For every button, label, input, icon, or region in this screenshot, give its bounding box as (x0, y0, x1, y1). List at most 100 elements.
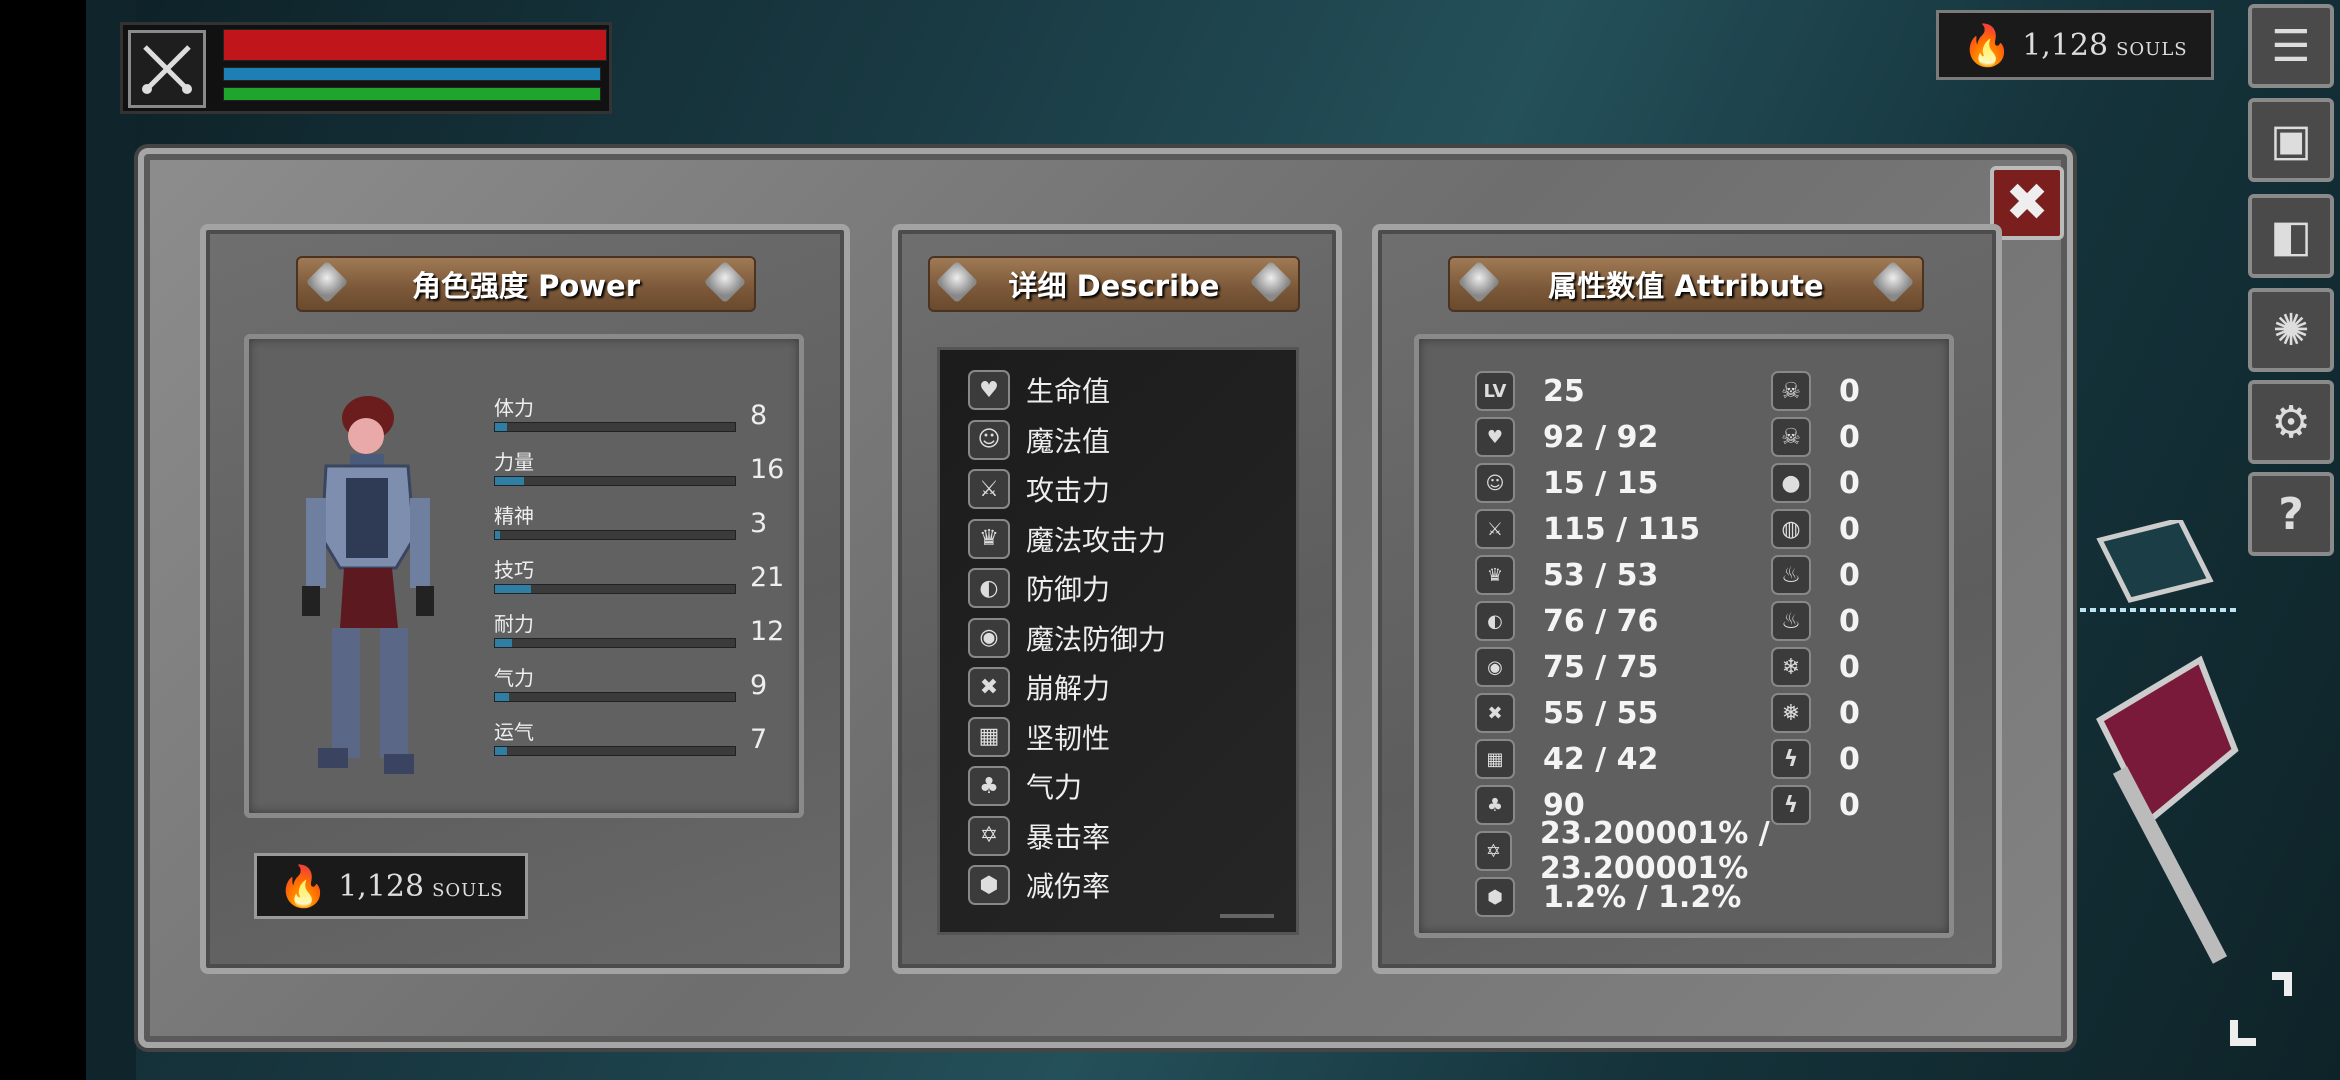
rivet (1871, 260, 1915, 304)
stat-label: 技巧 (494, 558, 534, 582)
background-left-strip (86, 0, 136, 1080)
critical-icon: ✡ (1475, 831, 1512, 871)
stat-value: 9 (750, 670, 768, 701)
attribute-value: 25 (1543, 373, 1585, 409)
stat-bar (494, 584, 736, 594)
help-button[interactable]: ? (2248, 472, 2334, 556)
fire-resist-icon: ♨ (1771, 601, 1811, 641)
health-bar (223, 29, 607, 61)
describe-title-plank: 详细 Describe (928, 256, 1300, 312)
scrollbar[interactable] (1220, 914, 1274, 918)
stat-value: 3 (750, 508, 768, 539)
rivet (703, 260, 747, 304)
player-hud (120, 22, 612, 114)
frost-icon: ❄ (1771, 647, 1811, 687)
stat-bar-fill (495, 477, 524, 485)
settings-button[interactable]: ⚙ (2248, 380, 2334, 464)
menu-list-icon: ☰ (2271, 20, 2311, 72)
magic-attack-icon: ♛ (968, 518, 1010, 559)
resistance-value: 0 (1839, 465, 1860, 501)
rivet (1249, 260, 1293, 304)
stat-row: 体力 8 (494, 392, 794, 432)
rivet (935, 260, 979, 304)
inventory-button[interactable]: ▣ (2248, 98, 2334, 182)
souls-unit: SOULS (432, 879, 504, 901)
rivet (1457, 260, 1501, 304)
stat-row: 耐力 12 (494, 608, 794, 648)
describe-label: 暴击率 (1026, 820, 1111, 854)
mana-bar (223, 67, 601, 81)
describe-label: 减伤率 (1026, 870, 1111, 903)
attribute-row: ♥ 92 / 92 (1475, 417, 1658, 457)
stat-row: 技巧 21 (494, 554, 794, 594)
describe-label: 生命值 (1026, 375, 1111, 408)
magic-shield-icon: ◉ (1475, 647, 1515, 687)
describe-row: ⚔ 攻击力 (968, 469, 1110, 509)
stat-bar-fill (495, 531, 500, 539)
stat-row: 气力 9 (494, 662, 794, 702)
attribute-title: 属性数值 Attribute (1548, 269, 1824, 303)
stat-row: 运气 7 (494, 716, 794, 756)
attribute-box: LV 25 ♥ 92 / 92 ☺ 15 / 15 ⚔ 115 / 115 ♛ 53 / 53 ◐ 7… (1414, 334, 1954, 938)
attribute-value: 53 / 53 (1543, 557, 1659, 593)
emblem-icon: ✺ (2272, 304, 2310, 356)
bleed-icon: ● (1771, 463, 1811, 503)
gear-icon: ⚙ (2271, 396, 2311, 448)
resistance-row: ♨ 0 (1771, 555, 1860, 595)
describe-title: 详细 Describe (1008, 269, 1220, 303)
stat-value: 12 (750, 616, 785, 647)
resistance-value: 0 (1839, 511, 1860, 547)
crossed-swords-icon[interactable] (128, 30, 206, 108)
flame-icon: 🔥 (1962, 22, 2013, 69)
attribute-value: 1.2% / 1.2% (1543, 879, 1742, 915)
background-scenery (2060, 520, 2240, 964)
resistance-value: 0 (1839, 557, 1860, 593)
attribute-row: ◉ 75 / 75 (1475, 647, 1658, 687)
break-icon: ✖ (968, 667, 1010, 707)
magic-shield-icon: ◉ (968, 617, 1010, 658)
describe-list-box: ♥ 生命值 ☺ 魔法值 ⚔ 攻击力 ♛ 魔法攻击力 ◐ 防御力 ◉ 魔法防御力 ✖ 崩解力 ▦ 坚韧性 ♣ 气力 ✡… (937, 347, 1299, 935)
attribute-value: 75 / 75 (1543, 649, 1659, 685)
question-icon: ? (2278, 488, 2304, 540)
head-icon: ☺ (968, 419, 1010, 460)
describe-label: 坚韧性 (1026, 721, 1111, 755)
attribute-row: LV 25 (1475, 371, 1585, 411)
attribute-value: 55 / 55 (1543, 695, 1659, 731)
critical-icon: ✡ (968, 815, 1010, 856)
describe-row: ◉ 魔法防御力 (968, 617, 1166, 658)
shield-icon: ◐ (968, 568, 1010, 608)
stat-bar (494, 530, 736, 540)
equipment-button[interactable]: ◧ (2248, 194, 2334, 278)
stamina-bar (223, 87, 601, 101)
stat-bar (494, 476, 736, 486)
lightning-resist-icon: ϟ (1771, 785, 1811, 825)
heart-icon: ♥ (1475, 417, 1515, 457)
stat-bar-fill (495, 693, 510, 701)
magic-attack-icon: ♛ (1475, 555, 1515, 595)
attribute-row: ♛ 53 / 53 (1475, 555, 1658, 595)
stat-label: 精神 (494, 504, 534, 528)
describe-row: ✖ 崩解力 (968, 667, 1110, 707)
stamina-fill (224, 88, 600, 100)
attribute-row: ☺ 15 / 15 (1475, 463, 1658, 503)
souls-counter: 🔥 1,128 SOULS (254, 853, 528, 919)
menu-button[interactable]: ☰ (2248, 4, 2334, 88)
resistance-row: ☠ 0 (1771, 417, 1860, 457)
damage-reduction-icon: ⬢ (1475, 877, 1515, 917)
level-icon: LV (1475, 371, 1515, 411)
stat-label: 力量 (494, 450, 534, 474)
damage-reduction-icon: ⬢ (968, 865, 1010, 905)
stat-bar-fill (495, 639, 512, 647)
resistance-row: ❄ 0 (1771, 647, 1860, 687)
helmet-icon: ▦ (968, 716, 1010, 757)
attribute-title-plank: 属性数值 Attribute (1448, 256, 1924, 312)
attribute-row: ✡ 23.200001% / 23.200001% (1475, 816, 1949, 886)
stat-bar (494, 638, 736, 648)
skills-button[interactable]: ✺ (2248, 288, 2334, 372)
sword-icon: ⚔ (1475, 509, 1515, 549)
mana-fill (224, 68, 600, 80)
stat-bar-fill (495, 585, 531, 593)
stat-value: 16 (750, 454, 785, 485)
resistance-row: ◍ 0 (1771, 509, 1860, 549)
lungs-icon: ♣ (1475, 785, 1515, 825)
